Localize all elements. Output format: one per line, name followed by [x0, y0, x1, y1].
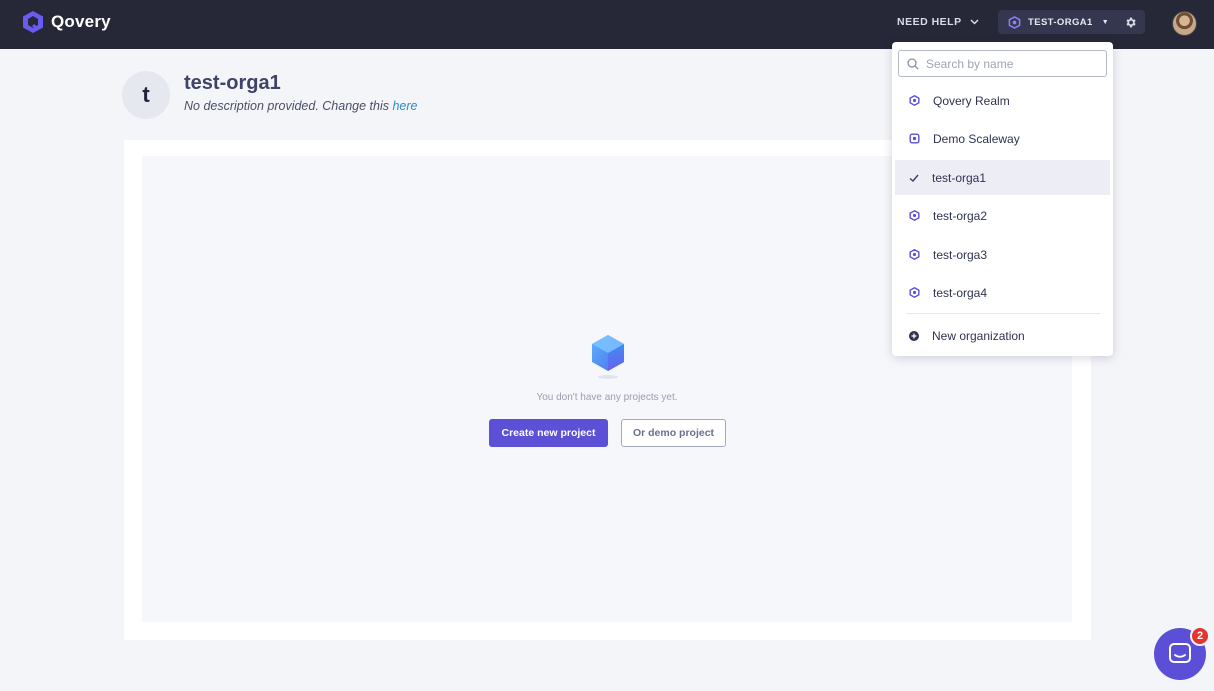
- plus-circle-icon: [909, 330, 919, 341]
- organization-avatar: t: [122, 71, 170, 119]
- new-organization-label: New organization: [932, 328, 1025, 343]
- need-help-menu[interactable]: NEED HELP: [897, 16, 979, 28]
- org-item-label: test-orga3: [933, 247, 988, 262]
- organization-dropdown: Qovery Realm Demo Scaleway test-orga1 te…: [892, 42, 1113, 356]
- org-icon: [1008, 15, 1021, 29]
- demo-project-button[interactable]: Or demo project: [621, 419, 726, 447]
- scaleway-icon: [909, 133, 920, 144]
- change-description-link[interactable]: here: [392, 99, 417, 113]
- org-icon: [909, 95, 920, 106]
- qovery-logo-icon: [23, 11, 43, 33]
- org-icon: [909, 287, 920, 298]
- user-avatar[interactable]: [1172, 11, 1197, 36]
- app-name: Qovery: [51, 12, 111, 31]
- empty-projects-message: You don't have any projects yet.: [536, 392, 678, 403]
- check-icon: [909, 174, 919, 182]
- search-icon: [907, 57, 919, 70]
- qovery-logo[interactable]: Qovery: [21, 10, 111, 34]
- organization-description-text: No description provided. Change this: [184, 99, 393, 113]
- org-item-qovery-realm[interactable]: Qovery Realm: [895, 83, 1110, 118]
- org-item-test-orga4[interactable]: test-orga4: [895, 275, 1110, 310]
- caret-down-icon: ▼: [1101, 18, 1110, 26]
- create-new-project-button[interactable]: Create new project: [489, 419, 608, 447]
- page-title: test-orga1: [184, 72, 281, 94]
- dropdown-divider: [907, 313, 1100, 314]
- organization-switcher-label: TEST-ORGA1: [1028, 16, 1093, 28]
- org-item-test-orga1[interactable]: test-orga1: [895, 160, 1110, 195]
- empty-projects-cube-icon: [592, 335, 624, 379]
- gear-icon: [1125, 17, 1136, 27]
- org-item-test-orga3[interactable]: test-orga3: [895, 237, 1110, 272]
- organization-description: No description provided. Change this her…: [184, 99, 418, 113]
- org-icon: [909, 210, 920, 221]
- org-item-label: Demo Scaleway: [933, 131, 1020, 146]
- new-organization-button[interactable]: New organization: [895, 318, 1110, 353]
- chevron-down-icon: [970, 19, 979, 25]
- org-item-label: Qovery Realm: [933, 93, 1010, 108]
- chat-notification-badge: 2: [1190, 626, 1210, 646]
- need-help-label: NEED HELP: [897, 16, 962, 28]
- organization-search[interactable]: [898, 50, 1107, 77]
- chat-icon: [1169, 643, 1191, 663]
- org-item-label: test-orga1: [932, 170, 987, 185]
- settings-button[interactable]: [1118, 10, 1142, 34]
- org-icon: [909, 249, 920, 260]
- org-item-label: test-orga4: [933, 285, 988, 300]
- org-item-demo-scaleway[interactable]: Demo Scaleway: [895, 121, 1110, 156]
- org-item-label: test-orga2: [933, 208, 988, 223]
- search-input[interactable]: [926, 56, 1096, 71]
- org-item-test-orga2[interactable]: test-orga2: [895, 198, 1110, 233]
